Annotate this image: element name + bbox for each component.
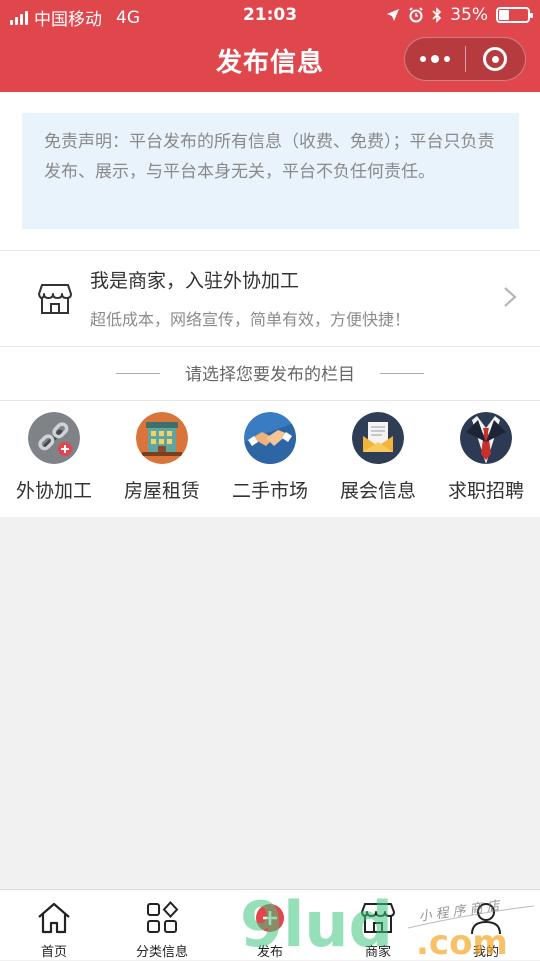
tab-label: 商家 — [364, 945, 391, 960]
location-arrow-icon — [387, 9, 400, 21]
main-content: 免责声明：平台发布的所有信息（收费、免费）；平台只负责发布、展示，与平台本身无关… — [0, 92, 540, 517]
publish-icon — [256, 904, 284, 932]
category-housing-rental[interactable]: 房屋租赁 — [108, 412, 216, 517]
tab-publish[interactable]: 发布 — [216, 890, 324, 961]
category-label: 展会信息 — [339, 480, 416, 502]
merchant-subtitle: 超低成本，网络宣传，简单有效，方便快捷！ — [90, 310, 411, 329]
shop-icon — [38, 284, 72, 314]
merchant-title: 我是商家，入驻外协加工 — [90, 270, 300, 292]
user-icon — [471, 903, 501, 935]
chevron-right-icon — [504, 287, 517, 307]
category-label: 二手市场 — [231, 480, 308, 502]
home-icon — [38, 902, 70, 934]
divider — [0, 250, 540, 251]
shop-icon — [361, 903, 395, 933]
bluetooth-icon — [432, 7, 442, 23]
alarm-icon — [409, 7, 423, 23]
divider — [0, 346, 540, 347]
tab-label: 首页 — [40, 945, 67, 960]
merchant-join-row[interactable]: 我是商家，入驻外协加工 超低成本，网络宣传，简单有效，方便快捷！ — [0, 252, 540, 346]
tab-label: 分类信息 — [135, 945, 188, 960]
category-jobs[interactable]: 求职招聘 — [432, 412, 540, 517]
section-title: 请选择您要发布的栏目 — [185, 365, 355, 385]
battery-icon — [496, 7, 533, 23]
suit-icon — [460, 412, 512, 464]
category-second-hand[interactable]: 二手市场 — [216, 412, 324, 517]
category-label: 房屋租赁 — [123, 480, 200, 502]
more-dots-icon[interactable] — [405, 38, 465, 80]
battery-percent: 35% — [450, 5, 488, 25]
envelope-icon — [352, 412, 404, 464]
bottom-tab-bar: 首页 分类信息 发布 商家 我的 — [0, 889, 540, 960]
status-bar: 中国移动 4G 21:03 35% — [0, 0, 540, 30]
category-grid: 外协加工 房屋租赁 二手市场 展会信息 求职招聘 — [0, 412, 540, 517]
tab-profile[interactable]: 我的 — [432, 890, 540, 961]
divider — [0, 400, 540, 401]
handshake-icon — [244, 412, 296, 464]
category-label: 求职招聘 — [447, 480, 524, 502]
tab-label: 发布 — [256, 945, 283, 960]
tab-home[interactable]: 首页 — [0, 890, 108, 961]
nav-bar: 发布信息 — [0, 30, 540, 92]
building-icon — [136, 412, 188, 464]
tab-merchants[interactable]: 商家 — [324, 890, 432, 961]
category-exhibition[interactable]: 展会信息 — [324, 412, 432, 517]
grid-icon — [147, 901, 179, 933]
disclaimer-box: 免责声明：平台发布的所有信息（收费、免费）；平台只负责发布、展示，与平台本身无关… — [22, 113, 519, 229]
section-line-right — [380, 373, 424, 374]
category-label: 外协加工 — [15, 480, 92, 502]
close-circle-icon[interactable] — [465, 38, 525, 80]
tab-categories[interactable]: 分类信息 — [108, 890, 216, 961]
category-outsourcing[interactable]: 外协加工 — [0, 412, 108, 517]
mini-program-capsule — [404, 37, 526, 81]
chain-link-icon — [28, 412, 80, 464]
tab-label: 我的 — [472, 945, 499, 960]
status-right: 35% — [386, 5, 533, 25]
